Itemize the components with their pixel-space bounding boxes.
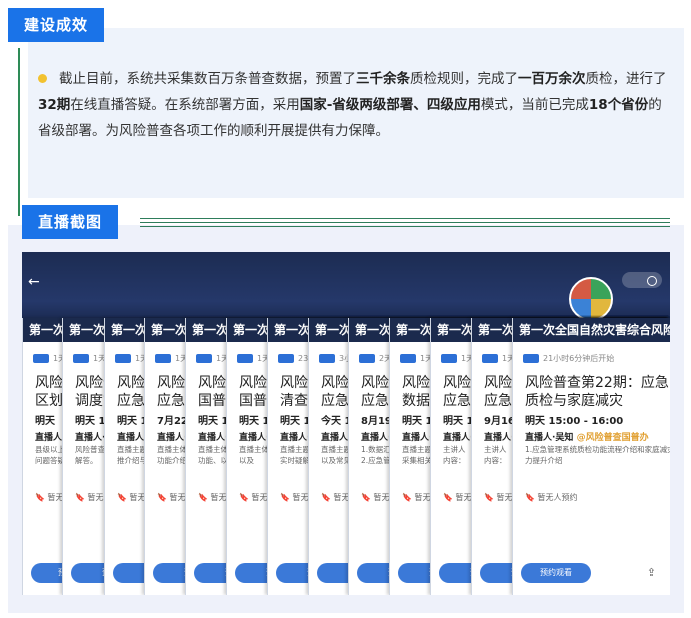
live-badge-icon: [155, 354, 171, 363]
decorative-lines: [140, 217, 670, 227]
card-body: 21小时6分钟后开始风险普查第22期：应急 质检与家庭减灾明天 15:00 - 1…: [513, 342, 670, 595]
card-banner: 第一次全国自然灾害综合风险普查: [513, 318, 670, 342]
paragraph-segment: 一百万余次: [518, 71, 586, 87]
back-arrow-icon[interactable]: ←: [28, 274, 40, 290]
live-badge-icon: [237, 354, 253, 363]
share-icon[interactable]: ⇪: [647, 566, 656, 579]
live-badge-icon: [33, 354, 49, 363]
paragraph-segment: 18个省份: [588, 97, 649, 113]
live-badge-icon: [278, 354, 294, 363]
card-host: 直播人·吴知 @风险普查国普办: [525, 430, 649, 443]
card-countdown: 21小时6分钟后开始: [543, 354, 615, 363]
card-host: 直播人·: [75, 430, 105, 443]
paragraph-segment: 32期: [38, 97, 71, 113]
paragraph-segment: 截止目前，系统共采集数百万条普查数据，预置了: [59, 71, 356, 87]
paragraph-segment: 模式，当前已完成: [480, 97, 589, 113]
card-title-line: 风险普查第22期：应急: [525, 375, 669, 391]
census-logo: [569, 277, 613, 321]
decorative-vertical-line: [18, 48, 20, 216]
paragraph-segment: 质检，进行了: [585, 71, 667, 87]
live-badge-icon: [115, 354, 131, 363]
live-screenshot: ← 第一次全国自然灾害综合风险普查1天风险普区划要明天直播人·吴县级以上应问题答…: [22, 252, 670, 595]
card-time: 明天: [35, 416, 55, 427]
live-card[interactable]: 第一次全国自然灾害综合风险普查 21小时6分钟后开始风险普查第22期：应急质检与家…: [512, 318, 670, 595]
card-title: 风险普查第22期：应急 质检与家庭减灾: [525, 374, 670, 410]
live-badge-icon: [400, 354, 416, 363]
live-badge-icon: [73, 354, 89, 363]
card-host-name: 直播人·吴知: [525, 433, 574, 443]
paragraph-segment: 国家-省级两级部署、四级应用: [299, 97, 481, 113]
live-badge-icon: [319, 354, 335, 363]
live-badge-icon: [196, 354, 212, 363]
live-badge-icon: [359, 354, 375, 363]
live-badge-icon: [523, 354, 539, 363]
reserve-button[interactable]: 预约观看: [521, 563, 591, 583]
card-desc-line: 力提升介绍: [525, 456, 563, 465]
section-tag: 建设成效: [8, 8, 105, 42]
card-time: 明天 15:00 - 16:00: [525, 416, 624, 427]
section-tag: 直播截图: [22, 205, 119, 239]
paragraph-segment: 质检规则，完成了: [410, 71, 518, 87]
card-desc-line: 1.应急管理系统质检功能流程介绍和家庭减灾能: [525, 445, 670, 454]
menu-capsule-icon[interactable]: [622, 272, 662, 288]
reservation-count: 暂无人预约: [537, 493, 578, 502]
card-host-org: @风险普查国普办: [576, 433, 649, 443]
live-badge-icon: [441, 354, 457, 363]
paragraph-segment: 在线直播答疑。在系统部署方面，采用: [70, 97, 300, 113]
paragraph-text: 截止目前，系统共采集数百万条普查数据，预置了三千余条质检规则，完成了一百万余次质…: [38, 71, 667, 139]
card-description: 1.应急管理系统质检功能流程介绍和家庭减灾能 力提升介绍: [525, 444, 670, 466]
card-banner-title: 第一次全国自然灾害综合风险普查: [519, 323, 670, 337]
card-title-line: 质检与家庭减灾: [525, 393, 623, 409]
card-host-name: 直播人·: [75, 433, 106, 443]
paragraph-segment: 三千余条: [356, 71, 410, 87]
live-badge-icon: [482, 354, 498, 363]
results-paragraph: 截止目前，系统共采集数百万条普查数据，预置了三千余条质检规则，完成了一百万余次质…: [38, 66, 668, 144]
construction-results-section: 建设成效 截止目前，系统共采集数百万条普查数据，预置了三千余条质检规则，完成了一…: [8, 8, 684, 216]
card-reservations: 🔖 暂无人预约: [525, 493, 578, 502]
live-screenshots-section: 直播截图 ← 第一次全国自然灾害综合风险普查1天风险普区划要明天直播人·吴县级以…: [8, 205, 684, 613]
bullet-dot-icon: [38, 73, 47, 83]
